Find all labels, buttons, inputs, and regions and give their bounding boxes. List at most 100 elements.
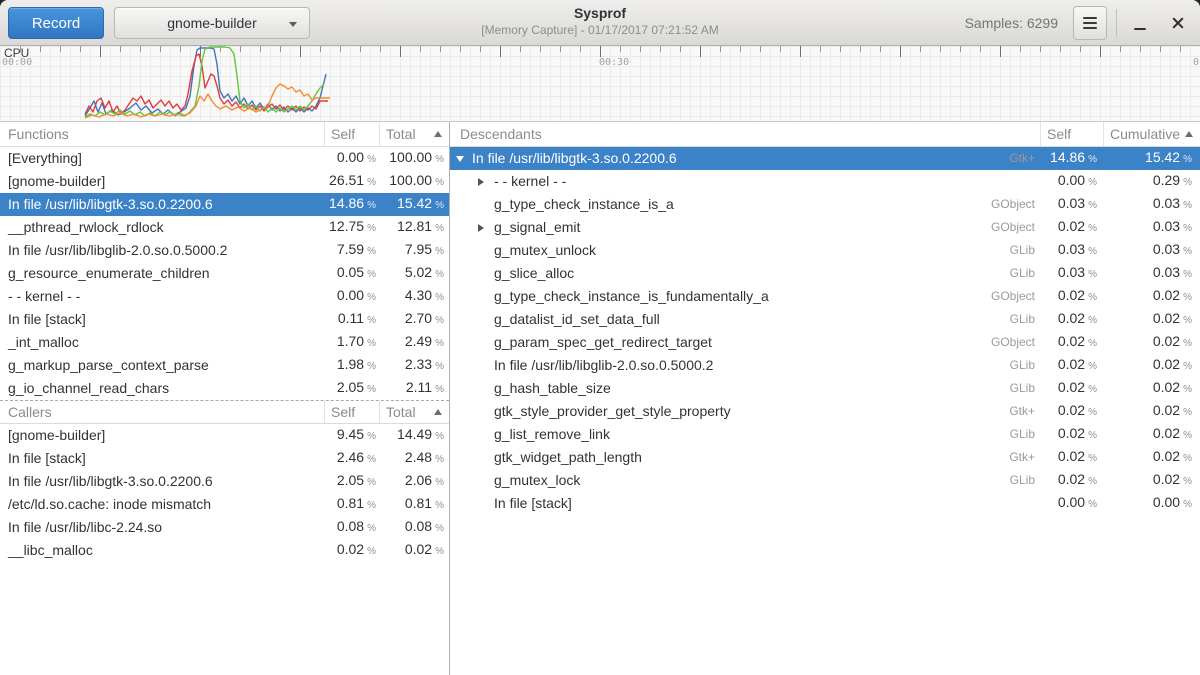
minimize-button[interactable]: [1124, 0, 1156, 46]
percent-sign: %: [1183, 246, 1192, 257]
self-percent: 0.00%: [1040, 491, 1103, 516]
descendant-row[interactable]: g_datalist_id_set_data_fullGLib0.02%0.02…: [450, 308, 1200, 331]
function-row[interactable]: - - kernel - -0.00%4.30%: [0, 285, 449, 308]
caller-row[interactable]: __libc_malloc0.02%0.02%: [0, 539, 449, 562]
percent-sign: %: [435, 292, 444, 303]
caller-row[interactable]: [gnome-builder]9.45%14.49%: [0, 424, 449, 447]
function-row[interactable]: _int_malloc1.70%2.49%: [0, 331, 449, 354]
percent-sign: %: [367, 177, 376, 188]
callers-column-header[interactable]: Callers: [0, 401, 324, 423]
descendant-name: g_signal_emit: [494, 216, 960, 239]
caller-row[interactable]: In file /usr/lib/libgtk-3.so.0.2200.62.0…: [0, 470, 449, 493]
descendant-name: g_type_check_instance_is_a: [494, 193, 960, 216]
callers-total-column-header[interactable]: Total: [379, 401, 449, 423]
total-percent: 2.06%: [379, 469, 449, 494]
expander-collapsed[interactable]: [478, 178, 494, 186]
descendant-name: In file /usr/lib/libgtk-3.so.0.2200.6: [472, 147, 960, 170]
record-button[interactable]: Record: [8, 7, 104, 39]
function-row[interactable]: In file /usr/lib/libglib-2.0.so.0.5000.2…: [0, 239, 449, 262]
caller-row[interactable]: In file /usr/lib/libc-2.24.so0.08%0.08%: [0, 516, 449, 539]
descendant-row[interactable]: gtk_widget_path_lengthGtk+0.02%0.02%: [450, 446, 1200, 469]
cpu-line-blue: [85, 48, 326, 116]
total-percent-value: 4.30: [405, 287, 432, 303]
functions-table: [Everything]0.00%100.00%[gnome-builder]2…: [0, 147, 449, 400]
descendant-name: In file /usr/lib/libglib-2.0.so.0.5000.2: [494, 354, 960, 377]
expander-collapsed[interactable]: [478, 224, 494, 232]
library-badge: GLib: [960, 377, 1040, 400]
descendants-column-header[interactable]: Descendants: [450, 122, 1040, 146]
self-percent: 2.05%: [324, 376, 379, 401]
functions-column-header[interactable]: Functions: [0, 122, 324, 146]
descendant-row[interactable]: In file /usr/lib/libglib-2.0.so.0.5000.2…: [450, 354, 1200, 377]
descendant-row[interactable]: g_type_check_instance_is_aGObject0.03%0.…: [450, 193, 1200, 216]
self-column-header[interactable]: Self: [324, 122, 379, 146]
total-percent: 2.33%: [379, 353, 449, 378]
caller-row[interactable]: /etc/ld.so.cache: inode mismatch0.81%0.8…: [0, 493, 449, 516]
total-percent: 5.02%: [379, 261, 449, 286]
self-percent-value: 0.00: [337, 149, 364, 165]
descendant-row[interactable]: In file /usr/lib/libgtk-3.so.0.2200.6Gtk…: [450, 147, 1200, 170]
caller-row[interactable]: In file [stack]2.46%2.48%: [0, 447, 449, 470]
descendant-row[interactable]: g_slice_allocGLib0.03%0.03%: [450, 262, 1200, 285]
samples-count: Samples: 6299: [965, 0, 1058, 46]
descendant-name: gtk_widget_path_length: [494, 446, 960, 469]
self-percent: 0.00%: [324, 146, 379, 171]
descendant-row[interactable]: g_list_remove_linkGLib0.02%0.02%: [450, 423, 1200, 446]
self-percent: 0.81%: [324, 492, 379, 517]
percent-sign: %: [367, 523, 376, 534]
descendant-row[interactable]: g_param_spec_get_redirect_targetGObject0…: [450, 331, 1200, 354]
self-percent-value: 14.86: [1050, 149, 1085, 165]
descendant-row[interactable]: gtk_style_provider_get_style_propertyGtk…: [450, 400, 1200, 423]
sysprof-window: Record gnome-builder Sysprof [Memory Cap…: [0, 0, 1200, 675]
function-row[interactable]: g_resource_enumerate_children0.05%5.02%: [0, 262, 449, 285]
close-button[interactable]: [1162, 0, 1194, 46]
descendant-row[interactable]: g_signal_emitGObject0.02%0.03%: [450, 216, 1200, 239]
menu-button[interactable]: [1073, 6, 1107, 40]
descendant-row[interactable]: g_mutex_unlockGLib0.03%0.03%: [450, 239, 1200, 262]
total-column-header[interactable]: Total: [379, 122, 449, 146]
cpu-graph[interactable]: CPU 00:0000:3001:00: [0, 46, 1200, 122]
callers-self-column-header[interactable]: Self: [324, 401, 379, 423]
time-label: 01:00: [1193, 57, 1200, 68]
percent-sign: %: [1183, 407, 1192, 418]
total-percent-value: 2.33: [405, 356, 432, 372]
descendants-self-column-header[interactable]: Self: [1040, 122, 1103, 146]
descendant-row[interactable]: g_mutex_lockGLib0.02%0.02%: [450, 469, 1200, 492]
descendant-name: g_param_spec_get_redirect_target: [494, 331, 960, 354]
function-row[interactable]: __pthread_rwlock_rdlock12.75%12.81%: [0, 216, 449, 239]
total-percent: 100.00%: [379, 169, 449, 194]
function-row[interactable]: In file /usr/lib/libgtk-3.so.0.2200.614.…: [0, 193, 449, 216]
cumulative-column-header[interactable]: Cumulative: [1103, 122, 1200, 146]
callers-table: [gnome-builder]9.45%14.49%In file [stack…: [0, 424, 449, 562]
cumulative-column-label: Cumulative: [1110, 126, 1180, 142]
descendant-row[interactable]: g_type_check_instance_is_fundamentally_a…: [450, 285, 1200, 308]
expander-expanded[interactable]: [456, 156, 472, 162]
function-row[interactable]: [gnome-builder]26.51%100.00%: [0, 170, 449, 193]
caller-row-name: In file /usr/lib/libc-2.24.so: [0, 516, 324, 539]
function-row[interactable]: g_markup_parse_context_parse1.98%2.33%: [0, 354, 449, 377]
total-percent: 0.02%: [379, 538, 449, 563]
percent-sign: %: [367, 269, 376, 280]
self-percent: 1.98%: [324, 353, 379, 378]
total-percent: 15.42%: [379, 192, 449, 217]
capture-subtitle: [Memory Capture] - 01/17/2017 07:21:52 A…: [320, 23, 880, 38]
self-percent: 1.70%: [324, 330, 379, 355]
function-row-name: g_markup_parse_context_parse: [0, 354, 324, 377]
total-percent: 2.49%: [379, 330, 449, 355]
descendant-row[interactable]: - - kernel - -0.00%0.29%: [450, 170, 1200, 193]
function-row[interactable]: In file [stack]0.11%2.70%: [0, 308, 449, 331]
self-percent: 0.02%: [1040, 330, 1103, 355]
function-row-name: In file [stack]: [0, 308, 324, 331]
cumulative-percent: 0.03%: [1103, 192, 1200, 217]
self-percent-value: 0.11: [338, 310, 364, 326]
descendant-row[interactable]: g_hash_table_sizeGLib0.02%0.02%: [450, 377, 1200, 400]
descendant-row[interactable]: In file [stack]0.00%0.00%: [450, 492, 1200, 515]
percent-sign: %: [1088, 246, 1097, 257]
process-selector-dropdown[interactable]: gnome-builder: [114, 7, 310, 39]
percent-sign: %: [1088, 338, 1097, 349]
function-row[interactable]: g_io_channel_read_chars2.05%2.11%: [0, 377, 449, 400]
library-badge: GObject: [960, 331, 1040, 354]
self-percent-value: 2.05: [337, 472, 364, 488]
function-row[interactable]: [Everything]0.00%100.00%: [0, 147, 449, 170]
function-row-name: g_io_channel_read_chars: [0, 377, 324, 400]
